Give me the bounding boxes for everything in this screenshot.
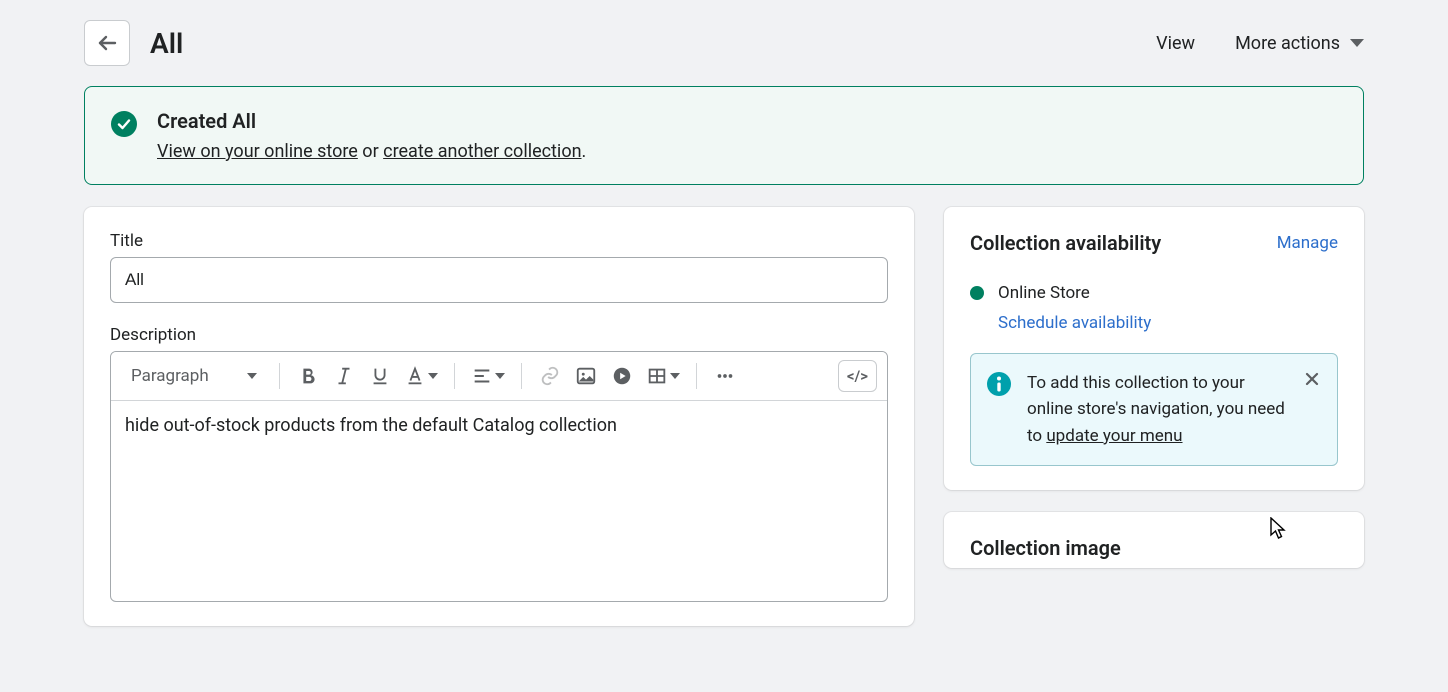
caret-down-icon	[495, 373, 505, 379]
title-input[interactable]	[110, 257, 888, 303]
video-button[interactable]	[606, 360, 638, 392]
link-button[interactable]	[534, 360, 566, 392]
description-label: Description	[110, 325, 888, 345]
info-text: To add this collection to your online st…	[1027, 370, 1287, 449]
more-actions-label: More actions	[1235, 33, 1340, 54]
more-format-button[interactable]	[709, 360, 741, 392]
table-button[interactable]	[642, 360, 684, 392]
title-description-card: Title Description Paragraph	[84, 207, 914, 626]
info-icon	[987, 372, 1011, 396]
collection-image-card: Collection image	[944, 512, 1364, 568]
channel-row: Online Store	[970, 283, 1338, 303]
align-button[interactable]	[467, 360, 509, 392]
arrow-left-icon	[95, 31, 119, 55]
page-header: All View More actions	[84, 20, 1364, 86]
image-button[interactable]	[570, 360, 602, 392]
caret-down-icon	[1350, 39, 1364, 47]
page-title: All	[150, 27, 183, 60]
banner-title: Created All	[157, 109, 586, 133]
channel-name: Online Store	[998, 283, 1090, 303]
close-button[interactable]	[1303, 370, 1321, 392]
update-menu-link[interactable]: update your menu	[1046, 426, 1182, 446]
caret-down-icon	[247, 373, 257, 379]
success-banner: Created All View on your online store or…	[84, 86, 1364, 185]
collection-image-title: Collection image	[970, 536, 1338, 560]
check-circle-icon	[111, 111, 137, 137]
title-label: Title	[110, 231, 888, 251]
text-color-button[interactable]	[400, 360, 442, 392]
paragraph-style-select[interactable]: Paragraph	[121, 360, 267, 392]
html-view-button[interactable]: </>	[838, 360, 877, 392]
more-actions-button[interactable]: More actions	[1235, 33, 1364, 54]
bold-button[interactable]	[292, 360, 324, 392]
view-store-link[interactable]: View on your online store	[157, 141, 358, 162]
italic-button[interactable]	[328, 360, 360, 392]
view-button[interactable]: View	[1156, 33, 1195, 54]
editor-toolbar: Paragraph	[111, 352, 887, 401]
description-input[interactable]: hide out-of-stock products from the defa…	[111, 401, 887, 601]
underline-button[interactable]	[364, 360, 396, 392]
banner-text: View on your online store or create anot…	[157, 141, 586, 162]
caret-down-icon	[670, 373, 680, 379]
availability-title: Collection availability	[970, 231, 1161, 255]
status-dot-icon	[970, 286, 984, 300]
availability-card: Collection availability Manage Online St…	[944, 207, 1364, 490]
close-icon	[1303, 370, 1321, 388]
manage-button[interactable]: Manage	[1277, 233, 1338, 253]
back-button[interactable]	[84, 20, 130, 66]
info-banner: To add this collection to your online st…	[970, 353, 1338, 466]
schedule-availability-link[interactable]: Schedule availability	[998, 313, 1151, 333]
create-collection-link[interactable]: create another collection	[383, 141, 581, 162]
caret-down-icon	[428, 373, 438, 379]
rich-text-editor: Paragraph	[110, 351, 888, 602]
